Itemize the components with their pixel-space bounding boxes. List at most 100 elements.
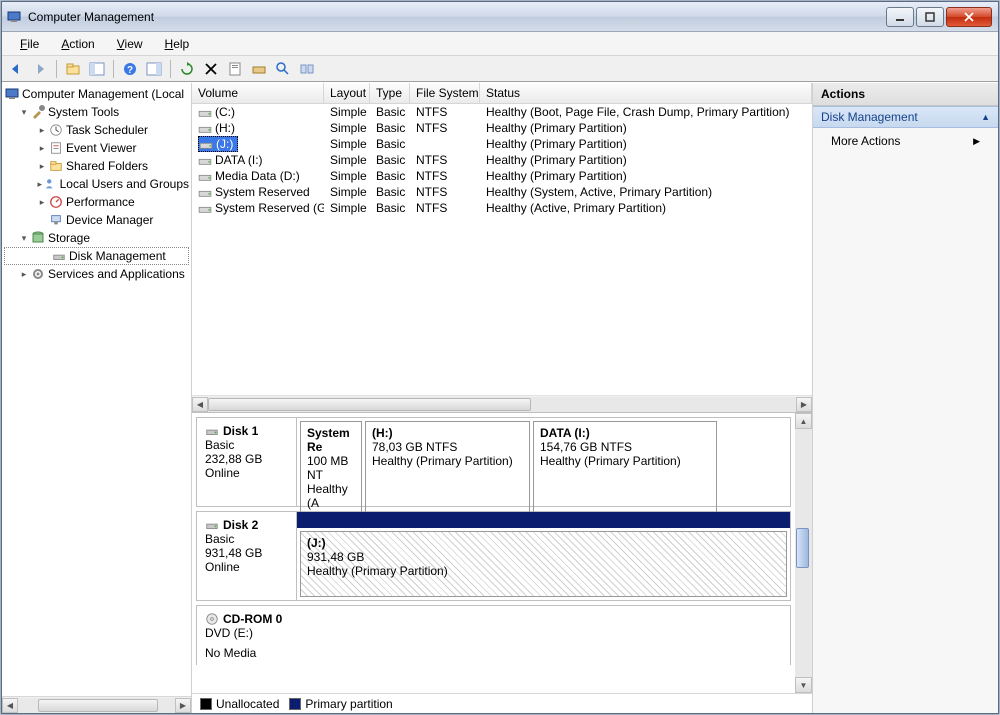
scroll-track[interactable] bbox=[795, 429, 812, 677]
partition[interactable]: (H:)78,03 GB NTFSHealthy (Primary Partit… bbox=[365, 421, 530, 515]
tree-storage[interactable]: ▾Storage bbox=[4, 229, 189, 247]
left-panel: Computer Management (Local ▾ System Tool… bbox=[2, 83, 192, 713]
properties-button[interactable] bbox=[225, 59, 245, 79]
tree-disk-management[interactable]: Disk Management bbox=[4, 247, 189, 265]
help-button[interactable]: ? bbox=[120, 59, 140, 79]
legend: Unallocated Primary partition bbox=[192, 693, 812, 713]
disk2-partitions: (J:) 931,48 GB Healthy (Primary Partitio… bbox=[297, 512, 790, 600]
menu-help[interactable]: Help bbox=[155, 34, 200, 54]
table-row[interactable]: (C:)SimpleBasicNTFSHealthy (Boot, Page F… bbox=[192, 104, 812, 120]
caret-right-icon: ▸ bbox=[36, 161, 48, 172]
disk1-partitions: System Re100 MB NTHealthy (A(H:)78,03 GB… bbox=[297, 418, 790, 506]
scroll-up-icon[interactable]: ▲ bbox=[795, 413, 812, 429]
menubar: File Action View Help bbox=[2, 32, 998, 56]
partition[interactable]: System Re100 MB NTHealthy (A bbox=[300, 421, 362, 515]
tree-root-label: Computer Management (Local bbox=[22, 87, 184, 101]
scroll-track[interactable] bbox=[208, 397, 796, 412]
chevron-up-icon: ▲ bbox=[981, 112, 990, 122]
users-icon bbox=[44, 176, 58, 192]
disk-vertical-scroll[interactable]: ▲ ▼ bbox=[795, 413, 812, 693]
services-icon bbox=[30, 266, 46, 282]
toolbar-btn-c[interactable] bbox=[297, 59, 317, 79]
legend-unallocated: Unallocated bbox=[200, 697, 279, 711]
console-tree[interactable]: Computer Management (Local ▾ System Tool… bbox=[2, 83, 191, 696]
close-button[interactable] bbox=[946, 7, 992, 27]
delete-button[interactable] bbox=[201, 59, 221, 79]
scroll-left-icon[interactable]: ◀ bbox=[2, 698, 18, 713]
center-panel: Volume Layout Type File System Status (C… bbox=[192, 83, 813, 713]
scroll-right-icon[interactable]: ▶ bbox=[796, 397, 812, 412]
actions-title: Actions bbox=[813, 83, 998, 106]
toolbar-btn-b[interactable] bbox=[273, 59, 293, 79]
volume-horizontal-scroll[interactable]: ◀ ▶ bbox=[192, 395, 812, 412]
window-controls bbox=[886, 7, 992, 27]
table-row[interactable]: System ReservedSimpleBasicNTFSHealthy (S… bbox=[192, 184, 812, 200]
scroll-left-icon[interactable]: ◀ bbox=[192, 397, 208, 412]
storage-icon bbox=[30, 230, 46, 246]
menu-file[interactable]: File bbox=[10, 34, 49, 54]
forward-button[interactable] bbox=[30, 59, 50, 79]
partition-j[interactable]: (J:) 931,48 GB Healthy (Primary Partitio… bbox=[300, 531, 787, 597]
caret-right-icon: ▸ bbox=[36, 143, 48, 154]
maximize-button[interactable] bbox=[916, 7, 944, 27]
minimize-button[interactable] bbox=[886, 7, 914, 27]
scroll-thumb[interactable] bbox=[796, 528, 809, 568]
tree-root[interactable]: Computer Management (Local bbox=[4, 85, 189, 103]
cdrom-row[interactable]: CD-ROM 0 DVD (E:) No Media bbox=[196, 605, 791, 665]
titlebar[interactable]: Computer Management bbox=[2, 2, 998, 32]
tree-task-scheduler[interactable]: ▸Task Scheduler bbox=[4, 121, 189, 139]
action-pane-button[interactable] bbox=[144, 59, 164, 79]
svg-text:?: ? bbox=[127, 65, 133, 76]
caret-down-icon: ▾ bbox=[18, 107, 30, 118]
disk2-label: Disk 2 Basic 931,48 GB Online bbox=[197, 512, 297, 600]
window: Computer Management File Action View Hel… bbox=[1, 1, 999, 714]
partition[interactable]: DATA (I:)154,76 GB NTFSHealthy (Primary … bbox=[533, 421, 717, 515]
scroll-track[interactable] bbox=[18, 698, 175, 713]
show-hide-console-tree-button[interactable] bbox=[87, 59, 107, 79]
scroll-thumb[interactable] bbox=[208, 398, 531, 411]
menu-action[interactable]: Action bbox=[51, 34, 104, 54]
table-row[interactable]: Media Data (D:)SimpleBasicNTFSHealthy (P… bbox=[192, 168, 812, 184]
volume-table-header[interactable]: Volume Layout Type File System Status bbox=[192, 83, 812, 104]
actions-more[interactable]: More Actions ▶ bbox=[813, 128, 998, 154]
left-horizontal-scroll[interactable]: ◀ ▶ bbox=[2, 696, 191, 713]
col-filesystem[interactable]: File System bbox=[410, 83, 480, 103]
performance-icon bbox=[48, 194, 64, 210]
tree-performance[interactable]: ▸Performance bbox=[4, 193, 189, 211]
col-status[interactable]: Status bbox=[480, 83, 812, 103]
tree-local-users[interactable]: ▸Local Users and Groups bbox=[4, 175, 189, 193]
partition-header-bar bbox=[297, 512, 790, 528]
scroll-down-icon[interactable]: ▼ bbox=[795, 677, 812, 693]
table-row[interactable]: System Reserved (G:)SimpleBasicNTFSHealt… bbox=[192, 200, 812, 216]
menu-view[interactable]: View bbox=[107, 34, 153, 54]
disk1-row[interactable]: Disk 1 Basic 232,88 GB Online System Re1… bbox=[196, 417, 791, 507]
refresh-button[interactable] bbox=[177, 59, 197, 79]
col-volume[interactable]: Volume bbox=[192, 83, 324, 103]
caret-right-icon: ▸ bbox=[36, 179, 44, 190]
tree-device-manager[interactable]: Device Manager bbox=[4, 211, 189, 229]
computer-icon bbox=[4, 86, 20, 102]
disk-icon bbox=[51, 248, 67, 264]
up-button[interactable] bbox=[63, 59, 83, 79]
table-row[interactable]: (H:)SimpleBasicNTFSHealthy (Primary Part… bbox=[192, 120, 812, 136]
content: Computer Management (Local ▾ System Tool… bbox=[2, 82, 998, 713]
scroll-right-icon[interactable]: ▶ bbox=[175, 698, 191, 713]
col-layout[interactable]: Layout bbox=[324, 83, 370, 103]
back-button[interactable] bbox=[6, 59, 26, 79]
tree-event-viewer[interactable]: ▸Event Viewer bbox=[4, 139, 189, 157]
volume-rows: (C:)SimpleBasicNTFSHealthy (Boot, Page F… bbox=[192, 104, 812, 395]
scroll-thumb[interactable] bbox=[38, 699, 158, 712]
device-icon bbox=[48, 212, 64, 228]
actions-panel: Actions Disk Management ▲ More Actions ▶ bbox=[813, 83, 998, 713]
tree-system-tools[interactable]: ▾ System Tools bbox=[4, 103, 189, 121]
col-type[interactable]: Type bbox=[370, 83, 410, 103]
tree-services[interactable]: ▸Services and Applications bbox=[4, 265, 189, 283]
actions-heading[interactable]: Disk Management ▲ bbox=[813, 106, 998, 128]
table-row[interactable]: (J:)SimpleBasicHealthy (Primary Partitio… bbox=[192, 136, 812, 152]
window-title: Computer Management bbox=[28, 10, 886, 24]
tree-shared-folders[interactable]: ▸Shared Folders bbox=[4, 157, 189, 175]
toolbar-btn-a[interactable] bbox=[249, 59, 269, 79]
disk2-row[interactable]: Disk 2 Basic 931,48 GB Online (J:) 931,4… bbox=[196, 511, 791, 601]
table-row[interactable]: DATA (I:)SimpleBasicNTFSHealthy (Primary… bbox=[192, 152, 812, 168]
legend-primary: Primary partition bbox=[289, 697, 392, 711]
